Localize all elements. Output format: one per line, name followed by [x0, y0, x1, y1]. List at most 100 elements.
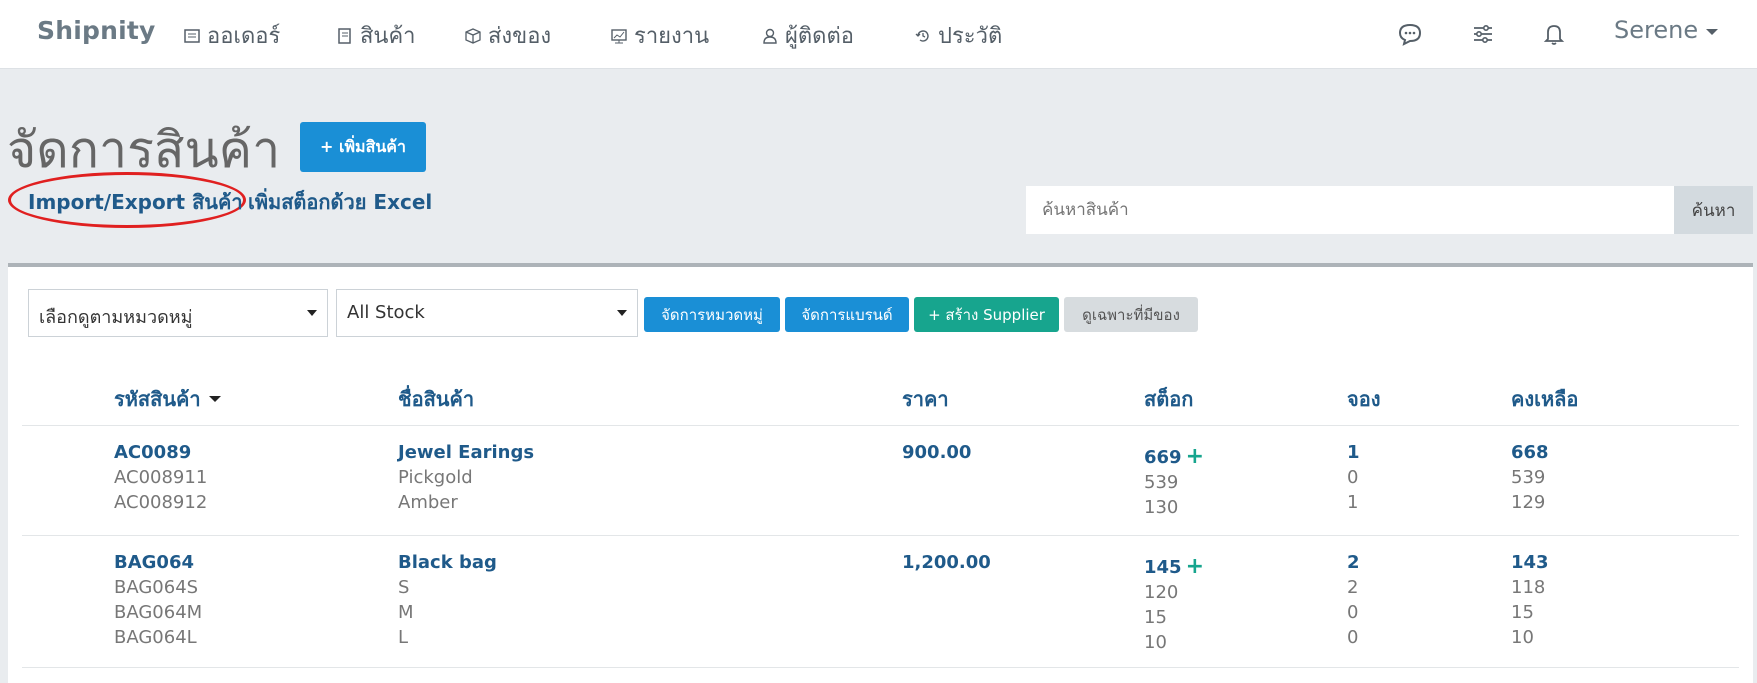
- product-name-link[interactable]: Jewel Earings: [398, 440, 534, 465]
- variant-code: BAG064L: [114, 627, 197, 648]
- variant-reserved: 0: [1347, 627, 1359, 648]
- variant-name: Pickgold: [398, 467, 473, 488]
- variant-name: M: [398, 602, 414, 623]
- nav-contacts[interactable]: ผู้ติดต่อ: [761, 18, 854, 53]
- column-header-name[interactable]: ชื่อสินค้า: [398, 383, 474, 415]
- remaining-cell: 143 118 15 10: [1511, 550, 1549, 650]
- brand-logo[interactable]: Shipnity: [37, 16, 155, 45]
- variant-name: S: [398, 577, 410, 598]
- reserved-value[interactable]: 2: [1347, 550, 1360, 575]
- stock-cell: 145 + 120 15 10: [1144, 554, 1204, 655]
- column-header-code-label: รหัสสินค้า: [114, 387, 201, 411]
- product-icon: [338, 27, 351, 44]
- variant-code: BAG064M: [114, 602, 203, 623]
- top-navbar: Shipnity ออเดอร์ สินค้า ส่งของ รายงาน ผู…: [0, 0, 1757, 69]
- search-button[interactable]: ค้นหา: [1674, 186, 1753, 234]
- column-header-stock[interactable]: สต็อก: [1144, 383, 1193, 415]
- dropdown-arrow-icon: [307, 310, 317, 316]
- reserved-cell: 2 2 0 0: [1347, 550, 1360, 650]
- remaining-value[interactable]: 668: [1511, 440, 1549, 465]
- nav-shipping-label: ส่งของ: [488, 24, 552, 49]
- variant-code: AC008911: [114, 467, 208, 488]
- variant-stock: 10: [1144, 632, 1167, 653]
- row-divider: [22, 667, 1739, 668]
- variant-remaining: 15: [1511, 602, 1534, 623]
- product-code-cell: BAG064 BAG064S BAG064M BAG064L: [114, 550, 202, 650]
- variant-reserved: 0: [1347, 467, 1359, 488]
- import-export-link[interactable]: Import/Export สินค้า: [28, 186, 243, 218]
- chat-icon[interactable]: [1396, 20, 1424, 48]
- variant-remaining: 118: [1511, 577, 1546, 598]
- sort-down-icon: [208, 396, 221, 402]
- product-name-cell: Jewel Earings Pickgold Amber: [398, 440, 534, 515]
- variant-reserved: 0: [1347, 602, 1359, 623]
- add-product-button[interactable]: + เพิ่มสินค้า: [300, 122, 426, 172]
- user-icon: [763, 28, 777, 44]
- nav-reports[interactable]: รายงาน: [610, 18, 709, 53]
- bell-icon[interactable]: [1540, 20, 1568, 48]
- nav-history-label: ประวัติ: [938, 24, 1003, 49]
- product-code-link[interactable]: BAG064: [114, 550, 202, 575]
- stock-select-value: All Stock: [347, 302, 425, 323]
- category-select-value: เลือกดูตามหมวดหมู่: [39, 307, 193, 328]
- nav-products[interactable]: สินค้า: [336, 18, 416, 53]
- products-panel: เลือกดูตามหมวดหมู่ All Stock จัดการหมวดห…: [8, 263, 1753, 683]
- nav-orders-label: ออเดอร์: [207, 24, 281, 49]
- product-name-cell: Black bag S M L: [398, 550, 497, 650]
- product-name-link[interactable]: Black bag: [398, 550, 497, 575]
- history-icon: [915, 29, 929, 42]
- search-input[interactable]: [1026, 186, 1674, 234]
- report-icon: [611, 28, 627, 43]
- stock-select[interactable]: All Stock: [336, 289, 638, 337]
- column-header-code[interactable]: รหัสสินค้า: [114, 383, 221, 415]
- box-icon: [465, 27, 481, 44]
- manage-brand-button[interactable]: จัดการแบรนด์: [785, 297, 909, 332]
- product-code-link[interactable]: AC0089: [114, 440, 207, 465]
- nav-shipping[interactable]: ส่งของ: [464, 18, 551, 53]
- nav-reports-label: รายงาน: [634, 24, 710, 49]
- stock-value[interactable]: 145: [1144, 557, 1182, 578]
- column-header-remaining[interactable]: คงเหลือ: [1511, 383, 1578, 415]
- variant-name: Amber: [398, 492, 458, 513]
- variant-remaining: 129: [1511, 492, 1546, 513]
- price-cell: 900.00: [902, 440, 971, 465]
- variant-reserved: 1: [1347, 492, 1359, 513]
- row-divider: [22, 535, 1739, 536]
- reserved-value[interactable]: 1: [1347, 440, 1360, 465]
- variant-code: AC008912: [114, 492, 208, 513]
- in-stock-only-button[interactable]: ดูเฉพาะที่มีของ: [1064, 297, 1198, 332]
- variant-stock: 15: [1144, 607, 1167, 628]
- remaining-value[interactable]: 143: [1511, 550, 1549, 575]
- variant-remaining: 10: [1511, 627, 1534, 648]
- variant-stock: 539: [1144, 472, 1179, 493]
- nav-history[interactable]: ประวัติ: [914, 18, 1002, 53]
- variant-code: BAG064S: [114, 577, 199, 598]
- price-cell: 1,200.00: [902, 550, 991, 575]
- variant-stock: 120: [1144, 582, 1179, 603]
- add-stock-excel-link[interactable]: เพิ่มสต็อกด้วย Excel: [248, 186, 432, 218]
- row-divider: [22, 425, 1739, 426]
- chevron-down-icon: [1706, 29, 1719, 35]
- manage-category-button[interactable]: จัดการหมวดหมู่: [644, 297, 780, 332]
- sliders-icon[interactable]: [1469, 20, 1497, 48]
- dropdown-arrow-icon: [617, 310, 627, 316]
- category-select[interactable]: เลือกดูตามหมวดหมู่: [28, 289, 328, 337]
- user-menu[interactable]: Serene: [1614, 16, 1719, 44]
- variant-reserved: 2: [1347, 577, 1359, 598]
- column-header-price[interactable]: ราคา: [902, 383, 949, 415]
- stock-value[interactable]: 669: [1144, 447, 1182, 468]
- reserved-cell: 1 0 1: [1347, 440, 1360, 515]
- nav-orders[interactable]: ออเดอร์: [183, 18, 280, 53]
- user-name: Serene: [1614, 16, 1699, 44]
- column-header-reserved[interactable]: จอง: [1347, 383, 1381, 415]
- variant-remaining: 539: [1511, 467, 1546, 488]
- stock-cell: 669 + 539 130: [1144, 444, 1204, 520]
- nav-products-label: สินค้า: [360, 24, 416, 49]
- product-code-cell: AC0089 AC008911 AC008912: [114, 440, 207, 515]
- create-supplier-button[interactable]: + สร้าง Supplier: [914, 297, 1059, 332]
- variant-name: L: [398, 627, 409, 648]
- price-value: 1,200.00: [902, 552, 991, 573]
- add-stock-icon[interactable]: +: [1186, 444, 1204, 469]
- add-stock-icon[interactable]: +: [1186, 554, 1204, 579]
- nav-contacts-label: ผู้ติดต่อ: [785, 24, 854, 49]
